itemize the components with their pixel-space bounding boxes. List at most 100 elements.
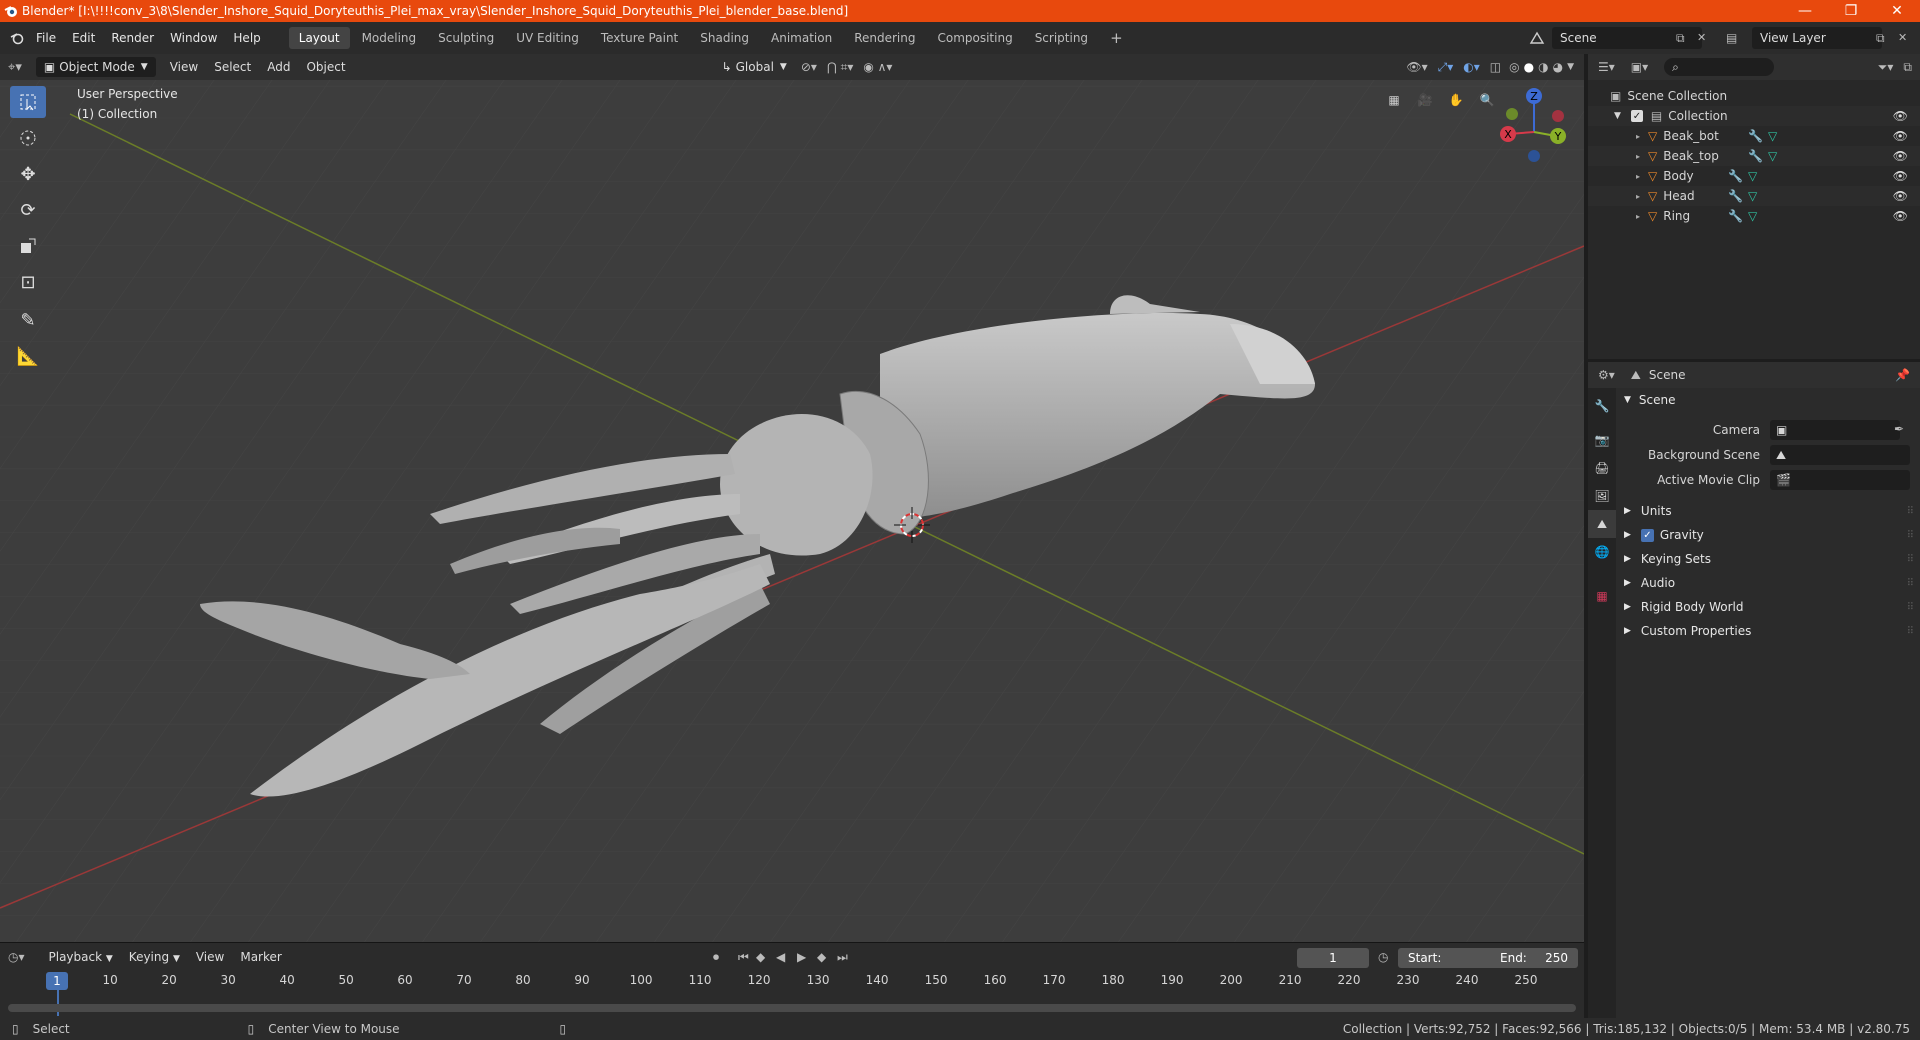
mesh-data-icon[interactable]: ▽	[1748, 209, 1757, 223]
menu-marker[interactable]: Marker	[232, 950, 289, 964]
3d-viewport[interactable]	[0, 54, 1584, 942]
move-tool-icon[interactable]: ✥	[10, 158, 46, 190]
drag-handle-icon[interactable]: ⠿	[1907, 530, 1914, 541]
frame-ruler[interactable]: 10 20 30 40 50 60 70 80 90 100 110 120 130 140 150 160 1…	[0, 970, 1584, 992]
timeline-editor-type-icon[interactable]: ◷▾	[8, 950, 25, 964]
maximize-button[interactable]: ❐	[1828, 3, 1874, 19]
jump-end-icon[interactable]: ⏭	[837, 950, 848, 965]
eyedropper-icon[interactable]: ✒	[1894, 422, 1904, 436]
scene-icon[interactable]	[1527, 29, 1547, 47]
new-scene-icon[interactable]: ⧉	[1676, 31, 1685, 46]
eye-icon[interactable]: 👁	[1893, 209, 1908, 223]
outliner[interactable]: ☰▾ ▣▾ ⌕ ⏷▾ ⧉ ▣ Scene Collection ▼ ✓ ▤ Co…	[1588, 54, 1920, 359]
eye-icon[interactable]: 👁	[1893, 149, 1908, 163]
object-mode-dropdown[interactable]: ▣ Object Mode ▼	[35, 57, 156, 77]
camera-view-icon[interactable]: 🎥	[1411, 86, 1439, 114]
outliner-row-scene-collection[interactable]: ▣ Scene Collection	[1588, 86, 1920, 106]
tab-layout[interactable]: Layout	[288, 27, 350, 49]
drag-handle-icon[interactable]: ⠿	[1907, 506, 1914, 517]
menu-window[interactable]: Window	[162, 31, 225, 45]
gizmo-toggle-icon[interactable]: ⤢▾	[1438, 60, 1454, 75]
add-workspace-icon[interactable]: +	[1100, 25, 1133, 51]
expand-arrow-icon[interactable]: ▸	[1636, 172, 1640, 181]
filter-icon[interactable]: ⏷▾	[1878, 60, 1894, 75]
panel-keying-sets[interactable]: ▶ Keying Sets ⠿	[1624, 548, 1914, 570]
tab-texture-paint[interactable]: Texture Paint	[591, 27, 688, 49]
view-layer-icon[interactable]: ▤	[1726, 31, 1737, 45]
menu-select[interactable]: Select	[206, 60, 259, 74]
view-layer-selector[interactable]: View Layer	[1752, 27, 1882, 49]
texture-tab-icon[interactable]: ▦	[1588, 582, 1616, 610]
navigation-gizmo[interactable]: Z X Y	[1496, 86, 1572, 166]
drag-handle-icon[interactable]: ⠿	[1907, 602, 1914, 613]
camera-field[interactable]: ▣	[1770, 420, 1900, 440]
pan-view-icon[interactable]: ✋	[1442, 86, 1470, 114]
wireframe-shading-icon[interactable]: ◎	[1509, 60, 1519, 74]
render-tab-icon[interactable]: 📷	[1588, 426, 1616, 454]
pin-icon[interactable]: 📌	[1895, 368, 1910, 382]
mesh-data-icon[interactable]: ▽	[1748, 189, 1757, 203]
menu-file[interactable]: File	[28, 31, 64, 45]
modifier-wrench-icon[interactable]: 🔧	[1748, 149, 1763, 163]
menu-object[interactable]: Object	[298, 60, 353, 74]
outliner-row-object[interactable]: ▸ ▽ Head 🔧 ▽ 👁	[1588, 186, 1920, 206]
display-mode-icon[interactable]: ▣▾	[1631, 60, 1648, 74]
menu-help[interactable]: Help	[225, 31, 268, 45]
modifier-wrench-icon[interactable]: 🔧	[1728, 189, 1743, 203]
menu-timeline-view[interactable]: View	[188, 950, 232, 964]
view-layer-tab-icon[interactable]: 🖼	[1588, 482, 1616, 510]
active-movie-clip-field[interactable]: 🎬	[1770, 470, 1910, 490]
tab-animation[interactable]: Animation	[761, 27, 842, 49]
panel-units[interactable]: ▶ Units ⠿	[1624, 500, 1914, 522]
editor-type-icon[interactable]: ⌖▾	[8, 60, 22, 75]
drag-handle-icon[interactable]: ⠿	[1907, 554, 1914, 565]
tab-modeling[interactable]: Modeling	[352, 27, 427, 49]
minimize-button[interactable]: —	[1782, 3, 1828, 19]
annotate-tool-icon[interactable]: ✎	[10, 304, 46, 336]
expand-arrow-icon[interactable]: ▸	[1636, 212, 1640, 221]
current-frame-field[interactable]: 1	[1297, 948, 1369, 968]
tab-uv-editing[interactable]: UV Editing	[506, 27, 589, 49]
expand-arrow-icon[interactable]: ▼	[1614, 111, 1621, 121]
toggle-grid-icon[interactable]: ▦	[1380, 86, 1408, 114]
cursor-tool-icon[interactable]	[10, 122, 46, 154]
panel-rigid-body-world[interactable]: ▶ Rigid Body World ⠿	[1624, 596, 1914, 618]
tab-compositing[interactable]: Compositing	[927, 27, 1022, 49]
eye-icon[interactable]: 👁	[1893, 129, 1908, 143]
scene-tab-icon[interactable]: ⛰	[1588, 510, 1616, 538]
properties-editor-type-icon[interactable]: ⚙▾	[1598, 368, 1615, 382]
next-keyframe-icon[interactable]: ◆	[817, 950, 826, 964]
pivot-icon[interactable]: ⊘▾	[801, 60, 817, 74]
outliner-row-object[interactable]: ▸ ▽ Body 🔧 ▽ 👁	[1588, 166, 1920, 186]
preview-range-icon[interactable]: ◷	[1378, 950, 1388, 964]
menu-view[interactable]: View	[162, 60, 206, 74]
exclude-checkbox[interactable]: ✓	[1630, 110, 1643, 122]
scale-tool-icon[interactable]	[10, 230, 46, 262]
world-tab-icon[interactable]: 🌐	[1588, 538, 1616, 566]
shading-options-icon[interactable]: ▼	[1567, 62, 1574, 72]
measure-tool-icon[interactable]: 📐	[10, 340, 46, 372]
tab-scripting[interactable]: Scripting	[1025, 27, 1098, 49]
xray-icon[interactable]: ◫	[1490, 60, 1501, 74]
panel-audio[interactable]: ▶ Audio ⠿	[1624, 572, 1914, 594]
panel-gravity[interactable]: ▶ ✓ Gravity ⠿	[1624, 524, 1914, 546]
expand-arrow-icon[interactable]: ▸	[1636, 132, 1640, 141]
prev-keyframe-icon[interactable]: ◆	[756, 950, 765, 964]
scene-panel-title[interactable]: ▼ Scene	[1624, 393, 1676, 407]
modifier-wrench-icon[interactable]: 🔧	[1728, 169, 1743, 183]
orientation-dropdown[interactable]: ↳ Global ▼	[714, 57, 795, 77]
rotate-tool-icon[interactable]: ⟳	[10, 194, 46, 226]
rendered-shading-icon[interactable]: ◕	[1553, 60, 1563, 74]
select-box-tool-icon[interactable]	[10, 86, 46, 118]
material-shading-icon[interactable]: ◑	[1538, 60, 1548, 74]
record-icon[interactable]: ⏺	[713, 950, 719, 965]
panel-custom-properties[interactable]: ▶ Custom Properties ⠿	[1624, 620, 1914, 642]
outliner-row-object[interactable]: ▸ ▽ Beak_bot 🔧 ▽ 👁	[1588, 126, 1920, 146]
modifier-wrench-icon[interactable]: 🔧	[1748, 129, 1763, 143]
jump-start-icon[interactable]: ⏮	[738, 950, 749, 965]
end-frame-field[interactable]: End: 250	[1490, 948, 1578, 968]
outliner-row-collection[interactable]: ▼ ✓ ▤ Collection 👁	[1588, 106, 1920, 126]
mesh-data-icon[interactable]: ▽	[1748, 169, 1757, 183]
drag-handle-icon[interactable]: ⠿	[1907, 578, 1914, 589]
visibility-icon[interactable]: 👁▾	[1406, 60, 1427, 74]
